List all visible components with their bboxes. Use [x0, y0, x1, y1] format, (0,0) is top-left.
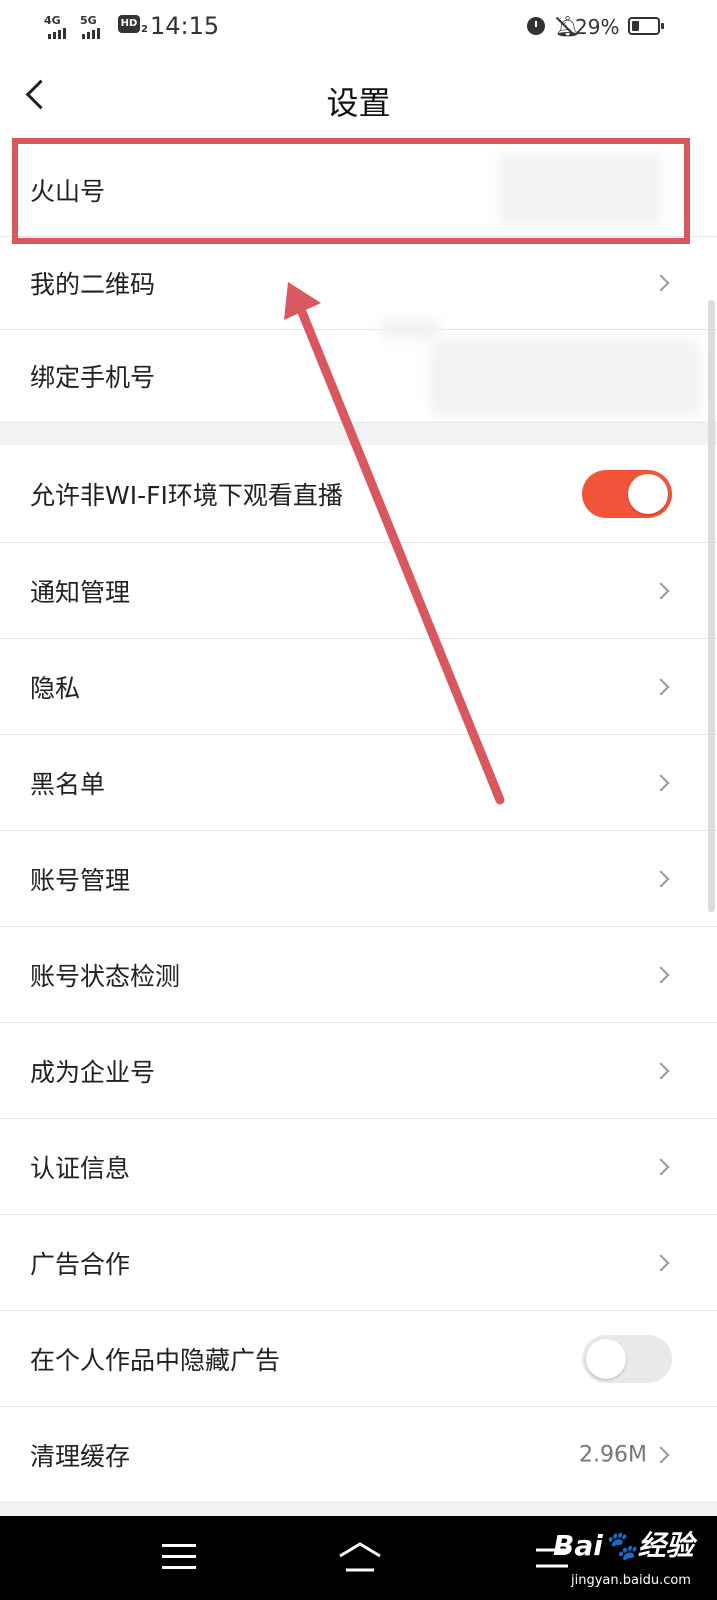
- watermark-url: jingyan.baidu.com: [571, 1573, 691, 1588]
- menu-icon[interactable]: [162, 1544, 196, 1570]
- arrow-shaft: [297, 307, 505, 805]
- baidu-watermark: Bai🐾经验 jingyan.baidu.com: [553, 1516, 717, 1600]
- watermark-brand: Bai🐾经验: [553, 1529, 694, 1562]
- home-icon[interactable]: [336, 1540, 384, 1574]
- annotation-arrow: [284, 282, 505, 805]
